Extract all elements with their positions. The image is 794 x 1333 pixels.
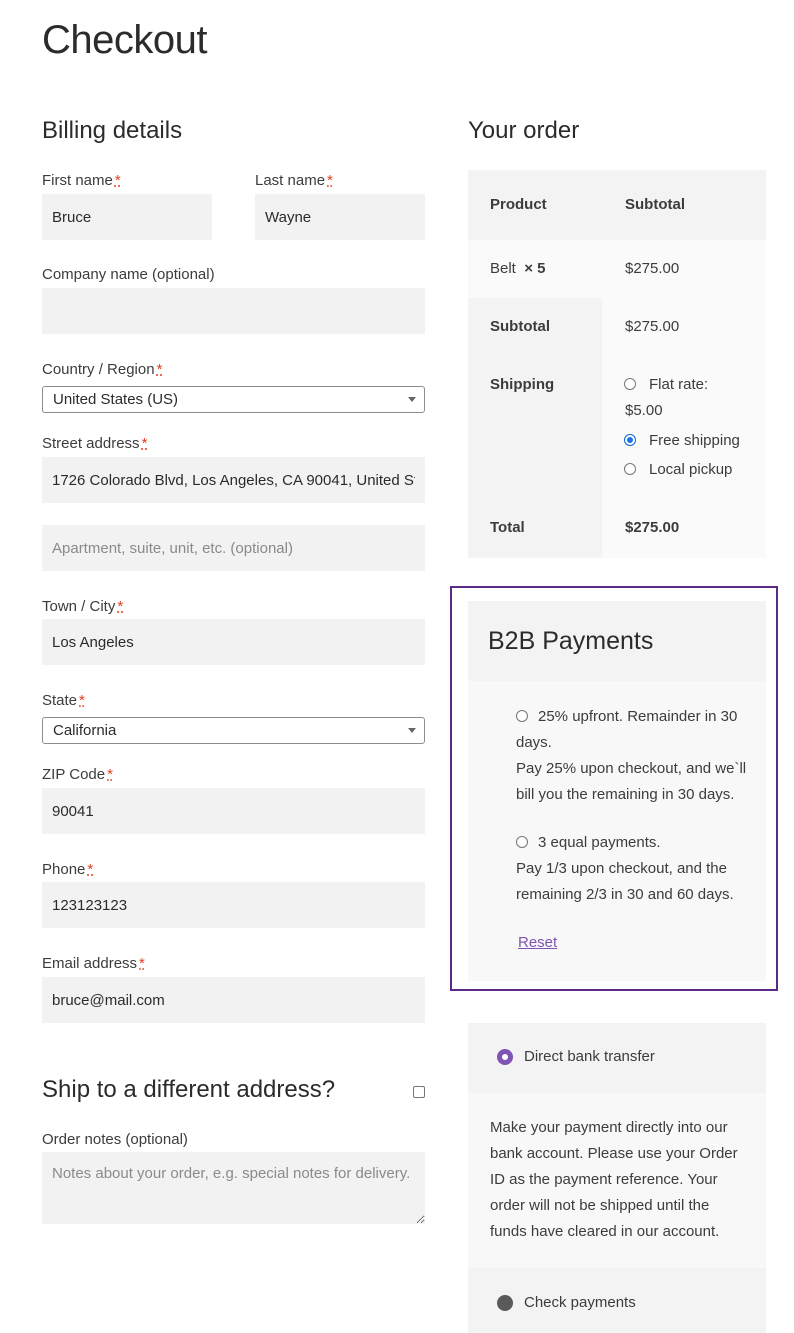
required-mark: * [87,861,94,878]
required-mark: * [114,172,121,189]
b2b-option-3-title: 3 equal payments. [538,834,661,851]
order-table-footer-labels [468,298,602,558]
check-payments-radio[interactable] [497,1295,513,1311]
street-address-input[interactable] [42,457,425,503]
street-label: Street address * [42,435,148,452]
order-item-qty: × 5 [524,260,546,277]
country-label: Country / Region * [42,361,163,378]
shipping-free-label: Free shipping [649,432,740,449]
your-order-title: Your order [468,117,580,144]
required-mark: * [327,172,333,189]
zip-input[interactable] [42,788,425,834]
subtotal-value: $275.00 [625,318,680,335]
zip-label: ZIP Code * [42,766,113,783]
bank-transfer-desc-line2: bank account. Please use your Order [490,1145,738,1162]
required-mark: * [107,766,113,783]
shipping-local-pickup-label: Local pickup [649,461,733,478]
order-notes-textarea[interactable] [42,1152,425,1224]
bank-transfer-desc-line5: funds have cleared in our account. [490,1223,720,1240]
city-label: Town / City * [42,598,124,615]
subtotal-header: Subtotal [625,196,685,213]
b2b-reset-link[interactable]: Reset [518,934,557,951]
b2b-option-3-desc: Pay 1/3 upon checkout, and the [516,860,727,877]
order-notes-label: Order notes (optional) [42,1131,188,1148]
shipping-local-pickup-radio[interactable] [624,463,636,475]
b2b-option-25-title-cont: days. [516,734,552,751]
b2b-option-3-desc-cont: remaining 2/3 in 30 and 60 days. [516,886,734,903]
order-table [468,170,766,558]
ship-different-checkbox[interactable] [413,1086,425,1098]
email-input[interactable] [42,977,425,1023]
total-value: $275.00 [625,519,680,536]
phone-label: Phone * [42,861,94,878]
bank-transfer-radio[interactable] [497,1049,513,1065]
b2b-payments-title: B2B Payments [488,627,654,655]
first-name-label: First name * [42,172,121,189]
shipping-free-radio[interactable] [624,434,636,446]
chevron-down-icon [408,728,416,733]
required-mark: * [139,955,145,972]
last-name-label: Last name * [255,172,333,189]
b2b-option-25-title: 25% upfront. Remainder in 30 [538,708,738,725]
b2b-option-3-payments-radio[interactable] [516,836,528,848]
country-select-value: United States (US) [53,391,179,408]
phone-input[interactable] [42,882,425,928]
city-input[interactable] [42,619,425,665]
product-header: Product [490,196,547,213]
page-title: Checkout [42,18,207,62]
bank-transfer-desc-line1: Make your payment directly into our [490,1119,728,1136]
first-name-input[interactable] [42,194,212,240]
shipping-label: Shipping [490,376,555,393]
billing-details-title: Billing details [42,117,183,144]
state-select-value: California [53,722,117,739]
bank-transfer-desc-line3: ID as the payment reference. Your [490,1171,718,1188]
b2b-option-25-desc: Pay 25% upon checkout, and we`ll [516,760,747,777]
check-payments-label: Check payments [524,1294,636,1311]
shipping-flat-rate-radio[interactable] [624,378,636,390]
order-item-price: $275.00 [625,260,680,277]
state-label: State * [42,692,85,709]
b2b-option-25-desc-cont: bill you the remaining in 30 days. [516,786,735,803]
shipping-flat-rate-price: $5.00 [625,402,663,419]
chevron-down-icon [408,397,416,402]
required-mark: * [141,435,148,452]
required-mark: * [156,361,163,378]
ship-different-title: Ship to a different address? [42,1076,336,1103]
shipping-flat-rate-label: Flat rate: [649,376,709,393]
required-mark: * [79,692,85,709]
country-select[interactable]: United States (US) [42,386,425,413]
company-label: Company name (optional) [42,266,215,283]
last-name-input[interactable] [255,194,425,240]
required-mark: * [117,598,124,615]
state-select[interactable]: California [42,717,425,744]
email-label: Email address * [42,955,145,972]
subtotal-label: Subtotal [490,318,550,335]
company-input[interactable] [42,288,425,334]
bank-transfer-label: Direct bank transfer [524,1048,655,1065]
bank-transfer-desc-line4: order will not be shipped until the [490,1197,710,1214]
b2b-option-25-upfront-radio[interactable] [516,710,528,722]
total-label: Total [490,519,525,536]
order-item-name: Belt × 5 [490,260,546,277]
street-address-line2-input[interactable] [42,525,425,571]
